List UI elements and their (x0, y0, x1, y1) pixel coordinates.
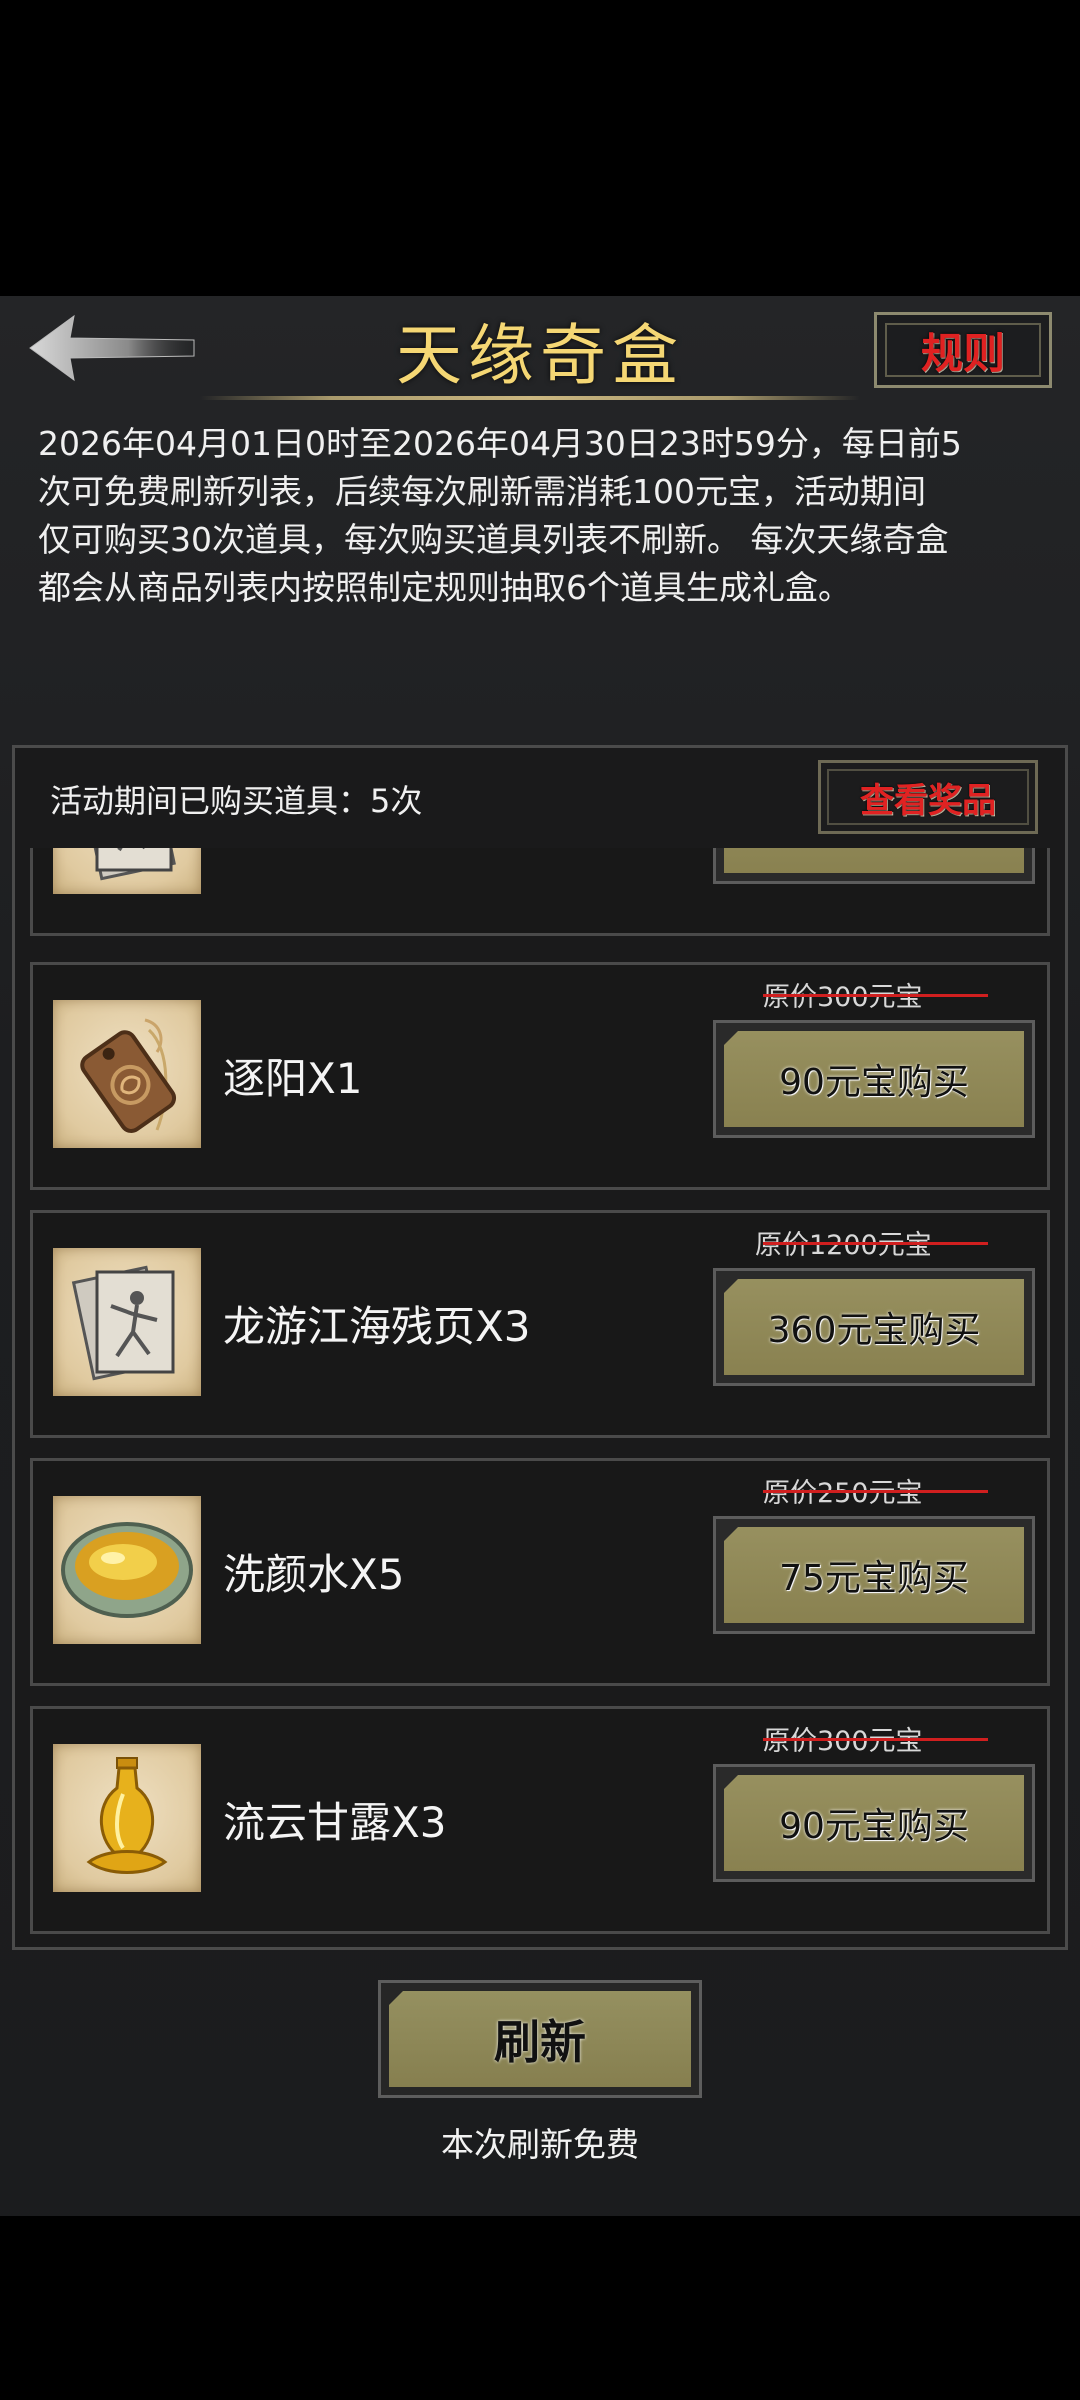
buy-button[interactable]: 75元宝购买 (713, 1516, 1035, 1634)
rules-button-label: 规则 (920, 328, 1005, 378)
price-strikethrough (763, 1490, 988, 1493)
refresh-cost-note: 本次刷新免费 (441, 2125, 639, 2164)
item-list[interactable]: X1 逐阳X1 原价300元宝 90元宝 (30, 848, 1050, 1938)
buy-button-label: 75元宝购买 (779, 1558, 969, 1599)
price-strikethrough (763, 1738, 988, 1741)
item-thumbnail (53, 1248, 201, 1396)
buy-button-fill: 75元宝购买 (724, 1527, 1024, 1623)
item-name: 逐阳X1 (223, 1054, 363, 1103)
buy-button-fill: 90元宝购买 (724, 1031, 1024, 1127)
rules-button-frame: 规则 (885, 323, 1041, 378)
manual-pages-icon (80, 848, 176, 881)
buy-button-label: 90元宝购买 (779, 1062, 969, 1103)
view-prizes-button[interactable]: 查看奖品 (818, 760, 1038, 834)
list-item: 龙游江海残页X3 原价1200元宝 360元宝购买 (30, 1210, 1050, 1438)
token-pendant-icon (80, 1018, 177, 1133)
buy-button[interactable]: 360元宝购买 (713, 1268, 1035, 1386)
rules-button[interactable]: 规则 (874, 312, 1052, 388)
item-thumbnail (53, 848, 201, 894)
view-prizes-label: 查看奖品 (860, 780, 996, 821)
purchased-count: 活动期间已购买道具：5次 (50, 782, 423, 820)
list-item: 流云甘露X3 原价300元宝 90元宝购买 (30, 1706, 1050, 1934)
buy-button-fill: 360元宝购买 (724, 1279, 1024, 1375)
price-strikethrough (763, 994, 988, 997)
buy-button-label: 90元宝购买 (779, 1806, 969, 1847)
item-name: 龙游江海残页X3 (223, 1302, 531, 1351)
item-name: 流云甘露X3 (223, 1798, 447, 1847)
manual-pages-icon (71, 1265, 175, 1381)
price-strikethrough (763, 1242, 988, 1245)
refresh-button[interactable]: 刷新 (378, 1980, 702, 2098)
buy-button[interactable] (713, 848, 1035, 884)
item-thumbnail (53, 1744, 201, 1892)
list-item: X1 (30, 848, 1050, 936)
refresh-button-label: 刷新 (494, 2015, 586, 2069)
item-thumbnail (53, 1496, 201, 1644)
buy-button-label: 360元宝购买 (767, 1310, 981, 1351)
view-prizes-frame: 查看奖品 (827, 769, 1029, 825)
title-divider (200, 396, 860, 400)
golden-vase-icon (86, 1757, 168, 1874)
list-item: 逐阳X1 原价300元宝 90元宝购买 (30, 962, 1050, 1190)
list-item: 洗颜水X5 原价250元宝 75元宝购买 (30, 1458, 1050, 1686)
buy-button-fill: 90元宝购买 (724, 1775, 1024, 1871)
item-thumbnail (53, 1000, 201, 1148)
bowl-icon (61, 1522, 193, 1618)
buy-button-fill (724, 848, 1024, 873)
item-name: 洗颜水X5 (223, 1550, 405, 1599)
refresh-button-fill: 刷新 (389, 1991, 691, 2087)
buy-button[interactable]: 90元宝购买 (713, 1764, 1035, 1882)
buy-button[interactable]: 90元宝购买 (713, 1020, 1035, 1138)
event-description: 2026年04月01日0时至2026年04月30日23时59分，每日前5 次可免… (38, 424, 962, 607)
